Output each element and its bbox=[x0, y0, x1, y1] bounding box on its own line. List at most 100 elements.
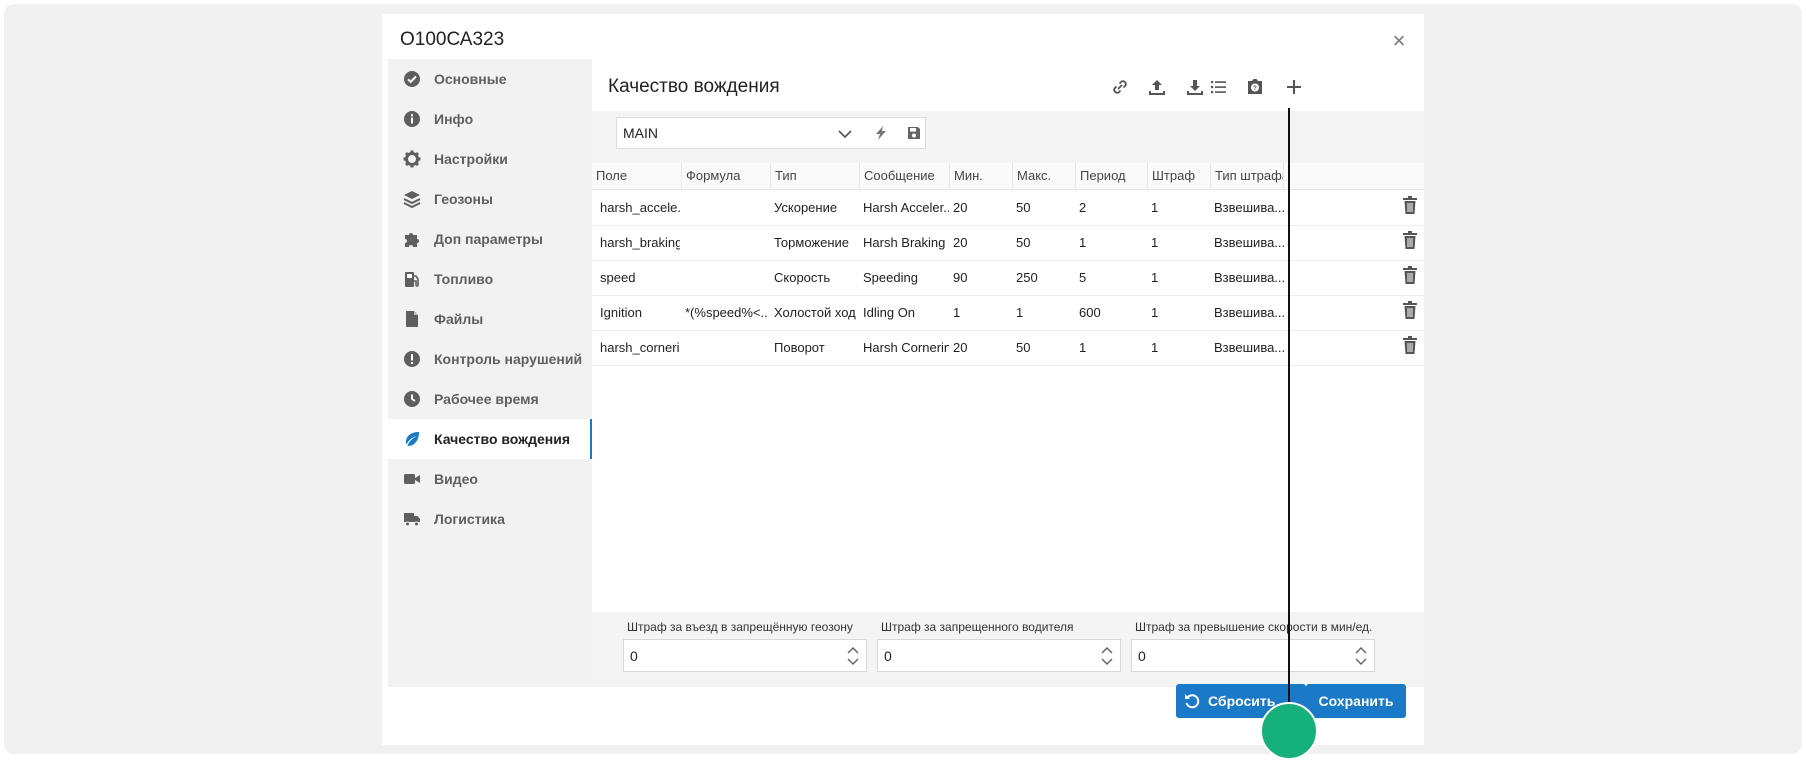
puzzle-icon bbox=[403, 230, 421, 248]
geozone-penalty-label: Штраф за въезд в запрещённую геозону bbox=[627, 620, 853, 634]
cell-field: harsh_accele... bbox=[600, 200, 680, 215]
column-header-formula[interactable]: Формула bbox=[682, 163, 771, 189]
cell-field: harsh_corneri... bbox=[600, 340, 680, 355]
column-header-period[interactable]: Период bbox=[1076, 163, 1148, 189]
cell-formula bbox=[685, 190, 769, 225]
driver-penalty-input[interactable]: 0 bbox=[877, 639, 1121, 672]
sidebar-item-label: Геозоны bbox=[434, 191, 493, 207]
cell-penalty: 1 bbox=[1151, 235, 1159, 250]
cell-type: Холостой ход bbox=[774, 305, 856, 320]
cell-period: 5 bbox=[1079, 270, 1087, 285]
sidebar-item-label: Основные bbox=[434, 71, 507, 87]
column-header-min[interactable]: Мин. bbox=[950, 163, 1013, 189]
cell-max: 50 bbox=[1016, 235, 1031, 250]
driving-quality-panel: Качество вождения ? MAIN Поле Формула Ти… bbox=[592, 59, 1424, 687]
stepper-icon[interactable] bbox=[1100, 645, 1114, 667]
cell-period: 1 bbox=[1079, 235, 1087, 250]
video-camera-icon bbox=[403, 470, 421, 488]
profile-select-value: MAIN bbox=[623, 125, 658, 141]
file-icon bbox=[403, 310, 421, 328]
stepper-icon[interactable] bbox=[1354, 645, 1368, 667]
penalty-settings-panel: Штраф за въезд в запрещённую геозону 0 Ш… bbox=[592, 612, 1424, 687]
save-button[interactable]: Сохранить bbox=[1306, 684, 1406, 718]
sidebar-item-extra-params[interactable]: Доп параметры bbox=[388, 219, 592, 259]
column-header-max[interactable]: Макс. bbox=[1013, 163, 1076, 189]
trash-icon[interactable] bbox=[1402, 231, 1418, 249]
cell-field: speed bbox=[600, 270, 636, 285]
driver-penalty-value: 0 bbox=[884, 648, 892, 664]
cell-min: 90 bbox=[953, 270, 968, 285]
cell-max: 250 bbox=[1016, 270, 1038, 285]
speeding-penalty-value: 0 bbox=[1138, 648, 1146, 664]
cell-type: Торможение bbox=[774, 235, 850, 250]
column-header-message[interactable]: Сообщение bbox=[860, 163, 950, 189]
column-header-field[interactable]: Поле bbox=[592, 163, 682, 189]
floppy-disk-icon[interactable] bbox=[906, 125, 922, 141]
sidebar-item-work-time[interactable]: Рабочее время bbox=[388, 379, 592, 419]
table-row[interactable]: speed Скорость Speeding 90 250 5 1 Взвеш… bbox=[592, 260, 1424, 296]
truck-icon bbox=[403, 510, 421, 528]
sidebar-item-label: Качество вождения bbox=[434, 431, 571, 447]
download-icon[interactable] bbox=[1182, 74, 1208, 100]
upload-icon[interactable] bbox=[1144, 74, 1170, 100]
cell-period: 2 bbox=[1079, 200, 1087, 215]
sidebar-item-label: Настройки bbox=[434, 151, 508, 167]
profile-bar: MAIN bbox=[592, 111, 1424, 163]
column-header-type[interactable]: Тип bbox=[771, 163, 860, 189]
pointer-line bbox=[1288, 108, 1290, 728]
table-header: Поле Формула Тип Сообщение Мин. Макс. Пе… bbox=[592, 163, 1424, 190]
svg-text:?: ? bbox=[1253, 86, 1257, 92]
list-icon[interactable] bbox=[1206, 74, 1232, 100]
speeding-penalty-input[interactable]: 0 bbox=[1131, 639, 1375, 672]
cell-max: 1 bbox=[1016, 305, 1024, 320]
table-row[interactable]: harsh_corneri... Поворот Harsh Cornering… bbox=[592, 330, 1424, 366]
close-icon[interactable]: × bbox=[1388, 30, 1410, 52]
trash-icon[interactable] bbox=[1402, 196, 1418, 214]
sidebar: Основные Инфо Настройки Геозоны Доп пара… bbox=[388, 59, 592, 687]
trash-icon[interactable] bbox=[1402, 336, 1418, 354]
page-title: Качество вождения bbox=[608, 76, 780, 97]
sidebar-item-geozones[interactable]: Геозоны bbox=[388, 179, 592, 219]
plus-icon[interactable] bbox=[1281, 74, 1307, 100]
cell-message: Harsh Braking bbox=[863, 235, 946, 250]
trash-icon[interactable] bbox=[1402, 266, 1418, 284]
cell-penalty-type: Взвешива... bbox=[1214, 235, 1284, 250]
info-icon bbox=[403, 110, 421, 128]
column-header-penalty-type[interactable]: Тип штрафа bbox=[1211, 163, 1284, 189]
clock-icon bbox=[403, 390, 421, 408]
sidebar-item-logistics[interactable]: Логистика bbox=[388, 499, 592, 539]
link-icon[interactable] bbox=[1107, 74, 1133, 100]
sidebar-item-violations[interactable]: Контроль нарушений bbox=[388, 339, 592, 379]
sidebar-item-basic[interactable]: Основные bbox=[388, 59, 592, 99]
stepper-icon[interactable] bbox=[846, 645, 860, 667]
geozone-penalty-input[interactable]: 0 bbox=[623, 639, 867, 672]
sidebar-item-settings[interactable]: Настройки bbox=[388, 139, 592, 179]
trash-icon[interactable] bbox=[1402, 301, 1418, 319]
cell-field: Ignition bbox=[600, 305, 642, 320]
help-box-icon[interactable]: ? bbox=[1242, 74, 1268, 100]
sidebar-item-driving-quality[interactable]: Качество вождения bbox=[388, 419, 592, 459]
column-header-penalty[interactable]: Штраф bbox=[1148, 163, 1211, 189]
cell-formula bbox=[685, 225, 769, 260]
sidebar-item-fuel[interactable]: Топливо bbox=[388, 259, 592, 299]
reset-button-label: Сбросить bbox=[1208, 693, 1276, 709]
cell-max: 50 bbox=[1016, 200, 1031, 215]
table-row[interactable]: harsh_braking Торможение Harsh Braking 2… bbox=[592, 225, 1424, 261]
profile-select[interactable]: MAIN bbox=[616, 117, 926, 149]
table-row[interactable]: harsh_accele... Ускорение Harsh Acceler.… bbox=[592, 190, 1424, 226]
fuel-pump-icon bbox=[403, 270, 421, 288]
table-row[interactable]: Ignition *(%speed%<... Холостой ход Idli… bbox=[592, 295, 1424, 331]
lightning-icon[interactable] bbox=[873, 125, 889, 141]
cell-penalty: 1 bbox=[1151, 270, 1159, 285]
sidebar-item-files[interactable]: Файлы bbox=[388, 299, 592, 339]
sidebar-item-video[interactable]: Видео bbox=[388, 459, 592, 499]
sidebar-item-info[interactable]: Инфо bbox=[388, 99, 592, 139]
cell-type: Ускорение bbox=[774, 200, 838, 215]
cell-message: Harsh Cornering bbox=[863, 340, 949, 355]
speeding-penalty-label: Штраф за превышение скорости в мин/ед. bbox=[1135, 620, 1373, 634]
save-button-label: Сохранить bbox=[1318, 693, 1394, 709]
cell-formula bbox=[685, 330, 769, 365]
sidebar-item-label: Логистика bbox=[434, 511, 505, 527]
cell-formula bbox=[685, 260, 769, 295]
vehicle-settings-dialog: О100СА323 × Основные Инфо Настройки Геоз bbox=[382, 14, 1424, 745]
